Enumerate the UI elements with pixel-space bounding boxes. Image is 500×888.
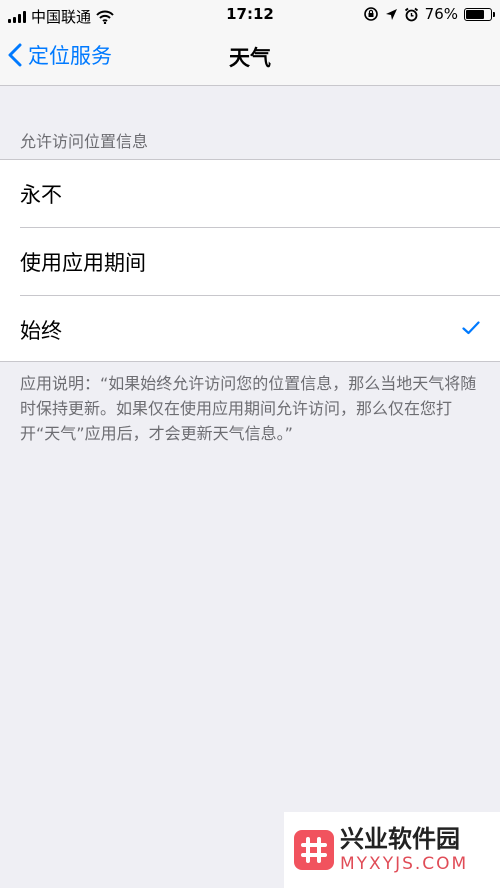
- battery-percent: 76%: [424, 5, 458, 23]
- location-arrow-icon: [385, 8, 397, 20]
- navigation-bar: 定位服务 天气: [0, 30, 500, 86]
- rotation-lock-icon: [363, 7, 378, 21]
- watermark: 兴业软件园 MYXYJS.COM: [284, 812, 500, 888]
- watermark-text: 兴业软件园 MYXYJS.COM: [340, 825, 468, 875]
- location-access-options: 永不 使用应用期间 始终: [0, 159, 500, 362]
- option-label: 永不: [20, 183, 62, 207]
- option-always[interactable]: 始终: [0, 296, 500, 363]
- status-bar: 中国联通 17:12 76%: [0, 0, 500, 30]
- option-label: 使用应用期间: [20, 251, 146, 275]
- battery-icon: [464, 7, 495, 21]
- checkmark-icon: [462, 321, 480, 335]
- watermark-logo-icon: [294, 830, 334, 870]
- section-header: 允许访问位置信息: [20, 132, 149, 151]
- alarm-icon: [404, 7, 418, 21]
- watermark-name: 兴业软件园: [340, 825, 460, 853]
- battery-fill: [466, 9, 485, 19]
- status-bar-right: 76%: [363, 5, 495, 23]
- option-label: 始终: [20, 319, 62, 343]
- option-never[interactable]: 永不: [0, 160, 500, 227]
- watermark-domain: MYXYJS.COM: [340, 854, 469, 874]
- app-explanation: 应用说明：“如果始终允许访问您的位置信息，那么当地天气将随时保持更新。如果仅在使…: [20, 374, 477, 443]
- option-while-using[interactable]: 使用应用期间: [0, 228, 500, 295]
- page-title: 天气: [229, 46, 271, 70]
